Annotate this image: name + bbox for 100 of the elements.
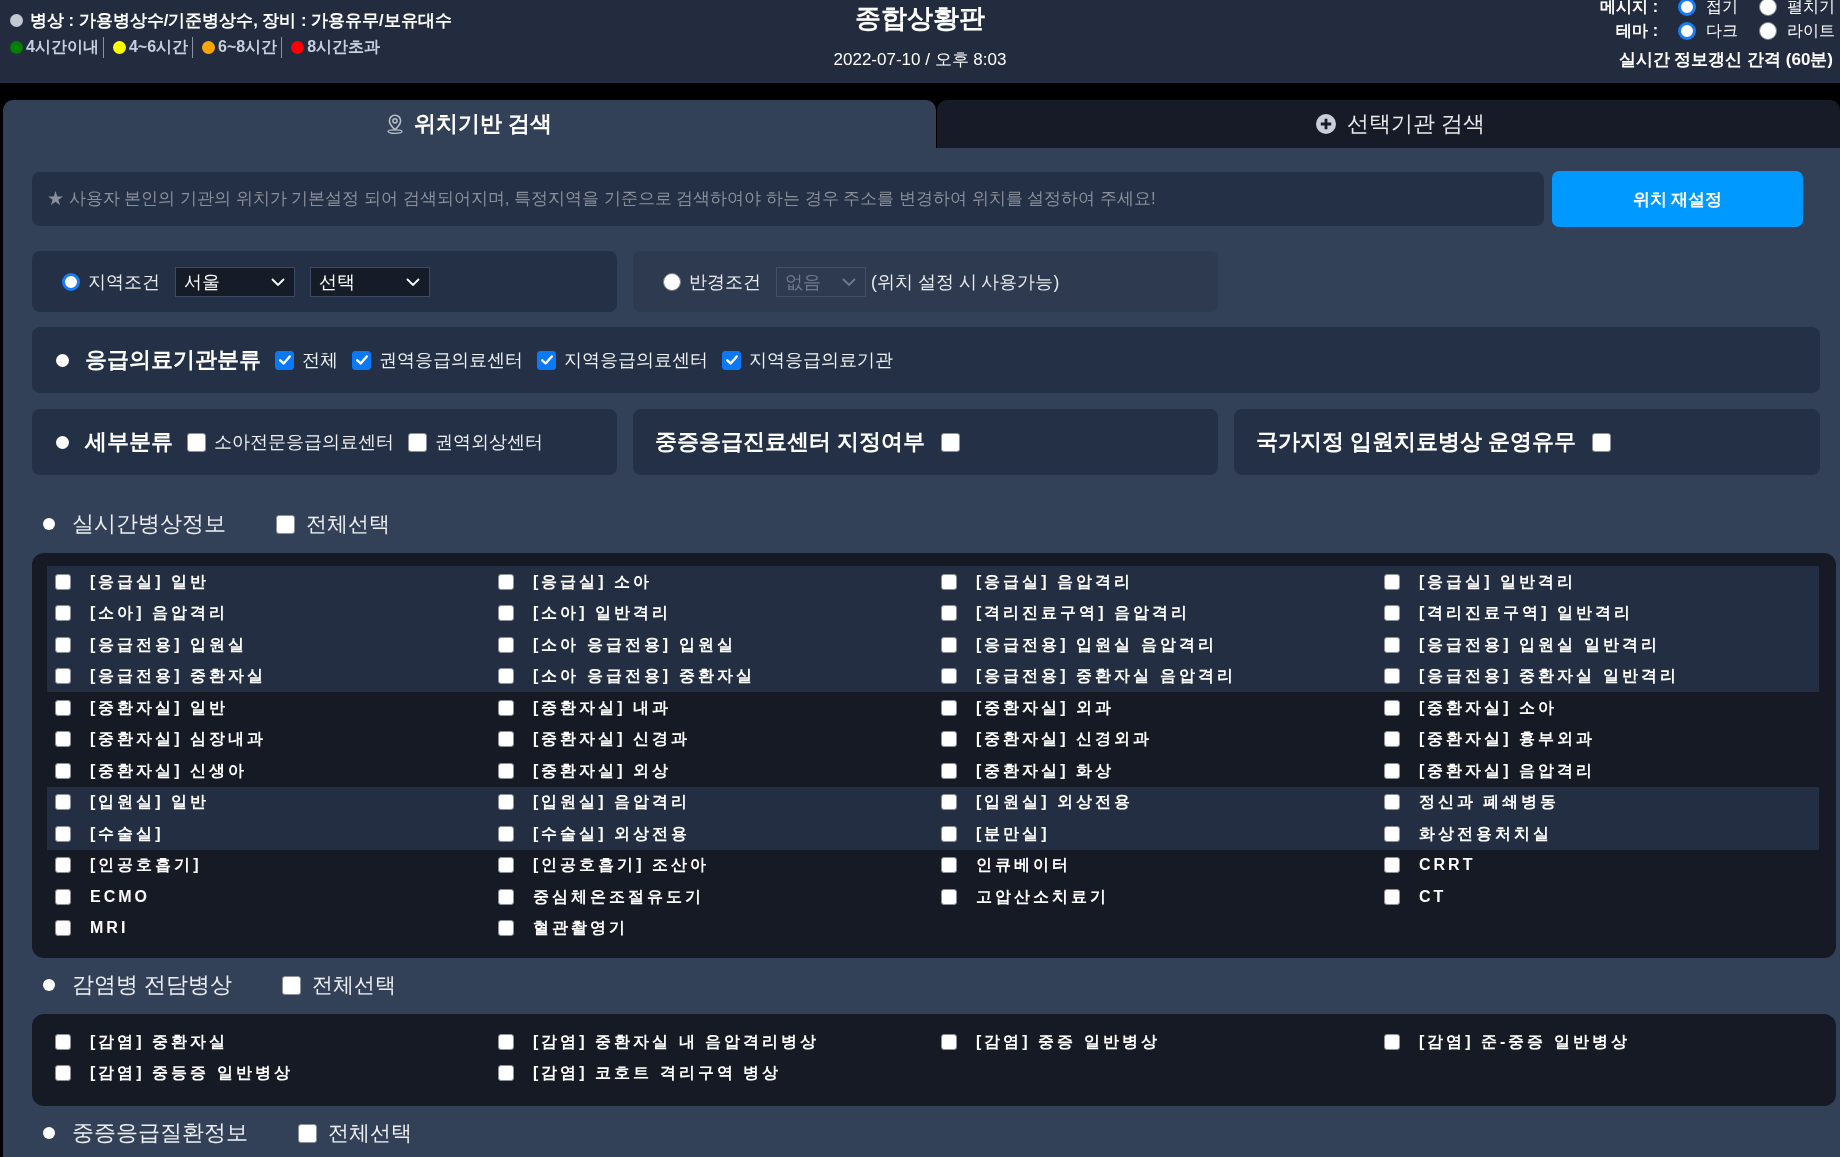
dropdown[interactable]: 선택 <box>310 266 430 297</box>
checkbox-label: [격리진료구역] 음압격리 <box>976 603 1191 624</box>
chevron-down-icon <box>406 277 420 286</box>
filter-title: 국가지정 입원치료병상 운영유무 <box>1256 428 1577 456</box>
date-time: 2022-07-10 / 오후 8:03 <box>833 49 1007 71</box>
checkbox[interactable] <box>722 350 741 370</box>
radio-button[interactable] <box>1759 0 1777 16</box>
checkbox[interactable] <box>1592 432 1612 452</box>
checkbox[interactable] <box>55 762 71 779</box>
checkbox[interactable] <box>498 1033 514 1050</box>
checkbox-label: [중환자실] 신경외과 <box>976 729 1153 750</box>
checkbox-label: [중환자실] 심장내과 <box>90 729 267 750</box>
legend-label: 4~6시간 <box>128 37 189 57</box>
checkbox-label: [중환자실] 신생아 <box>90 760 248 781</box>
checkbox[interactable] <box>1384 794 1400 811</box>
checkbox[interactable] <box>498 1065 514 1082</box>
checkbox-label: 정신과 폐쇄병동 <box>1419 792 1560 813</box>
radio-button[interactable] <box>1678 0 1696 16</box>
checkbox[interactable] <box>498 668 514 685</box>
checkbox[interactable] <box>55 794 71 811</box>
checkbox-label: 전체 <box>302 349 338 372</box>
checkbox[interactable] <box>941 699 957 716</box>
checkbox[interactable] <box>1384 762 1400 779</box>
checkbox[interactable] <box>498 825 514 842</box>
checkbox[interactable] <box>498 794 514 811</box>
checkbox[interactable] <box>282 975 302 995</box>
checkbox[interactable] <box>1384 573 1400 590</box>
checkbox[interactable] <box>55 888 71 905</box>
checkbox[interactable] <box>498 605 514 622</box>
checkbox[interactable] <box>1384 731 1400 748</box>
checkbox[interactable] <box>537 350 556 370</box>
checkbox[interactable] <box>941 857 957 874</box>
checkbox[interactable] <box>498 731 514 748</box>
checkbox[interactable] <box>55 920 71 937</box>
checkbox-label: [응급전용] 입원실 <box>90 634 248 655</box>
checkbox[interactable] <box>55 605 71 622</box>
checkbox[interactable] <box>1384 1033 1400 1050</box>
checkbox[interactable] <box>941 731 957 748</box>
radio-label: 라이트 <box>1787 21 1835 41</box>
legend-note: 병상 : 가용병상수/기준병상수, 장비 : 가용유무/보유대수 <box>30 10 452 31</box>
checkbox[interactable] <box>498 573 514 590</box>
checkbox-label: [수술실] <box>90 823 164 844</box>
checkbox[interactable] <box>941 794 957 811</box>
radio-label: 접기 <box>1706 0 1738 17</box>
checkbox[interactable] <box>1384 668 1400 685</box>
legend-label: 4시간이내 <box>26 37 99 57</box>
checkbox[interactable] <box>1384 636 1400 653</box>
checkbox[interactable] <box>941 825 957 842</box>
checkbox[interactable] <box>941 1033 957 1050</box>
section-title: 중증응급질환정보 <box>72 1119 248 1147</box>
checkbox[interactable] <box>55 699 71 716</box>
checkbox[interactable] <box>1384 605 1400 622</box>
checkbox[interactable] <box>1384 825 1400 842</box>
checkbox-label: [입원실] 일반 <box>90 792 210 813</box>
plus-circle-icon <box>1315 114 1336 134</box>
checkbox-label: [인공호흡기] <box>90 855 202 876</box>
checkbox[interactable] <box>498 857 514 874</box>
checkbox[interactable] <box>55 573 71 590</box>
checkbox[interactable] <box>1384 888 1400 905</box>
checkbox[interactable] <box>352 350 371 370</box>
checkbox[interactable] <box>55 825 71 842</box>
checkbox[interactable] <box>941 888 957 905</box>
checkmark-icon <box>278 355 291 365</box>
checkbox[interactable] <box>941 636 957 653</box>
checkbox[interactable] <box>498 699 514 716</box>
radio-button[interactable] <box>663 272 681 291</box>
checkbox[interactable] <box>941 605 957 622</box>
radio-button[interactable] <box>62 272 80 291</box>
checkbox[interactable] <box>298 1123 317 1143</box>
checkbox[interactable] <box>498 762 514 779</box>
checkbox-label: [응급전용] 중환자실 음압격리 <box>976 666 1236 687</box>
setting-label: 메시지 : <box>1600 0 1659 17</box>
checkbox-label: [중환자실] 내과 <box>533 697 672 718</box>
radio-button[interactable] <box>1759 22 1777 40</box>
checkbox[interactable] <box>55 857 71 874</box>
checkbox[interactable] <box>55 1033 71 1050</box>
checkbox-label: [응급실] 소아 <box>533 571 653 592</box>
checkmark-icon <box>540 355 553 365</box>
radio-button[interactable] <box>1678 22 1696 40</box>
checkbox[interactable] <box>187 432 206 452</box>
checkbox[interactable] <box>941 668 957 685</box>
dropdown[interactable]: 서울 <box>175 266 295 297</box>
checkbox[interactable] <box>408 432 427 452</box>
checkbox[interactable] <box>498 888 514 905</box>
checkbox[interactable] <box>276 514 295 534</box>
tab[interactable]: 선택기관 검색 <box>937 100 1840 148</box>
checkbox[interactable] <box>941 573 957 590</box>
checkbox[interactable] <box>275 350 294 370</box>
notice-field[interactable]: ★ 사용자 본인의 기관의 위치가 기본설정 되어 검색되어지며, 특정지역을 기준으로 검색하여야 하는 경우 주소를 변경하여 위치를 설정하여 주세요! <box>32 172 1544 226</box>
checkbox[interactable] <box>498 636 514 653</box>
checkbox[interactable] <box>55 636 71 653</box>
checkbox[interactable] <box>55 668 71 685</box>
checkbox[interactable] <box>498 920 514 937</box>
checkbox[interactable] <box>941 762 957 779</box>
checkbox[interactable] <box>941 432 961 452</box>
checkbox[interactable] <box>55 1065 71 1082</box>
checkbox[interactable] <box>55 731 71 748</box>
checkbox[interactable] <box>1384 699 1400 716</box>
checkbox[interactable] <box>1384 857 1400 874</box>
tab[interactable]: 위치기반 검색 <box>3 100 936 148</box>
